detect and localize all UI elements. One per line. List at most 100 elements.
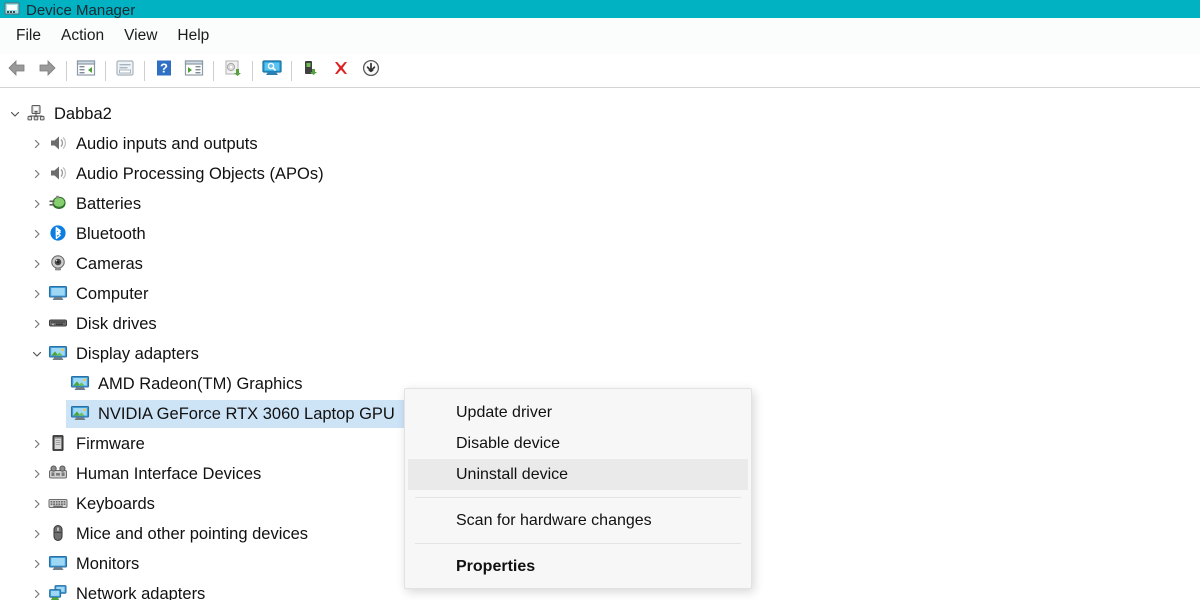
tree-item-content: Keyboards [0, 494, 155, 514]
tree-item[interactable]: Bluetooth [0, 219, 1200, 249]
toolbar-back[interactable] [2, 57, 32, 85]
context-menu-item-label: Properties [456, 557, 536, 575]
tree-item-label: Monitors [76, 555, 140, 573]
help-icon: ? [154, 59, 174, 82]
toolbar-enable-device[interactable] [296, 57, 326, 85]
uninstall-device-icon [331, 59, 351, 82]
tree-item-content: Monitors [0, 554, 139, 574]
chevron-right-icon[interactable] [26, 228, 48, 240]
toolbar-properties[interactable] [110, 57, 140, 85]
tree-item-content: AMD Radeon(TM) Graphics [0, 374, 302, 394]
menu-action[interactable]: Action [51, 24, 114, 48]
toolbar-separator [144, 60, 145, 81]
tree-item-label: Computer [76, 285, 149, 303]
chevron-right-icon[interactable] [26, 138, 48, 150]
monitor-icon [48, 284, 70, 304]
ctx-update-driver[interactable]: Update driver [408, 397, 748, 428]
tree-item-label: AMD Radeon(TM) Graphics [98, 375, 303, 393]
display-adapter-icon [70, 404, 92, 424]
menu-file[interactable]: File [6, 24, 51, 48]
toolbar-help[interactable]: ? [149, 57, 179, 85]
toolbar-forward[interactable] [32, 57, 62, 85]
tree-item[interactable]: Disk drives [0, 309, 1200, 339]
hid-icon [48, 464, 70, 484]
tree-item-label: Mice and other pointing devices [76, 525, 309, 543]
context-menu-separator [415, 543, 741, 544]
tree-item-label: Bluetooth [76, 225, 146, 243]
toolbar-separator [105, 60, 106, 81]
tree-item-content: Human Interface Devices [0, 464, 261, 484]
tree-item-label: Display adapters [76, 345, 199, 363]
chevron-right-icon[interactable] [26, 168, 48, 180]
chevron-right-icon[interactable] [26, 468, 48, 480]
menu-bar: File Action View Help [0, 18, 1200, 54]
chevron-right-icon[interactable] [26, 528, 48, 540]
camera-icon [48, 254, 70, 274]
tree-item[interactable]: Computer [0, 279, 1200, 309]
chevron-down-icon[interactable] [26, 348, 48, 360]
toolbar-console-tree[interactable] [71, 57, 101, 85]
toolbar-update-driver[interactable] [218, 57, 248, 85]
toolbar-separator [66, 60, 67, 81]
enable-device-icon [301, 59, 321, 82]
tree-item-label: Audio Processing Objects (APOs) [76, 165, 324, 183]
context-menu-separator [415, 497, 741, 498]
toolbar-install-legacy[interactable] [356, 57, 386, 85]
tree-item[interactable]: Audio Processing Objects (APOs) [0, 159, 1200, 189]
chevron-right-icon[interactable] [26, 498, 48, 510]
toolbar: ? [0, 54, 1200, 88]
tree-item-content: Network adapters [0, 584, 205, 600]
svg-text:?: ? [160, 61, 168, 76]
menu-view[interactable]: View [114, 24, 167, 48]
tree-item-label: Firmware [76, 435, 145, 453]
tree-item-content: Cameras [0, 254, 143, 274]
tree-item-content: Disk drives [0, 314, 157, 334]
tree-item[interactable]: Display adapters [0, 339, 1200, 369]
menu-help[interactable]: Help [167, 24, 219, 48]
context-menu[interactable]: Update driver Disable device Uninstall dev… [404, 388, 752, 589]
chevron-right-icon[interactable] [26, 588, 48, 600]
tree-item[interactable]: Dabba2 [0, 99, 1200, 129]
tree-item-content: Computer [0, 284, 148, 304]
tree-item-label: Disk drives [76, 315, 157, 333]
forward-arrow-icon [37, 59, 57, 82]
update-driver-icon [223, 59, 243, 82]
battery-icon [48, 194, 70, 214]
chevron-right-icon[interactable] [26, 318, 48, 330]
toolbar-action-pane[interactable] [179, 57, 209, 85]
chevron-right-icon[interactable] [26, 258, 48, 270]
chevron-right-icon[interactable] [26, 558, 48, 570]
toolbar-scan-hardware[interactable] [257, 57, 287, 85]
chevron-right-icon[interactable] [26, 198, 48, 210]
properties-icon [115, 59, 135, 82]
toolbar-separator [291, 60, 292, 81]
ctx-disable-device[interactable]: Disable device [408, 428, 748, 459]
ctx-scan-hardware-changes[interactable]: Scan for hardware changes [408, 505, 748, 536]
install-legacy-hardware-icon [361, 59, 381, 82]
tree-item-content: Firmware [0, 434, 145, 454]
tree-item[interactable]: Audio inputs and outputs [0, 129, 1200, 159]
tree-item[interactable]: Batteries [0, 189, 1200, 219]
display-adapter-icon [70, 374, 92, 394]
toolbar-separator [213, 60, 214, 81]
show-hide-console-tree-icon [76, 59, 96, 82]
toolbar-uninstall-device[interactable] [326, 57, 356, 85]
device-manager-icon [4, 2, 20, 16]
chevron-right-icon[interactable] [26, 438, 48, 450]
monitor-icon [48, 554, 70, 574]
display-adapter-icon [48, 344, 70, 364]
tree-item-content: NVIDIA GeForce RTX 3060 Laptop GPU [0, 404, 395, 424]
window-title: Device Manager [26, 1, 136, 18]
speaker-icon [48, 164, 70, 184]
network-adapter-icon [48, 584, 70, 600]
tree-item-content: Display adapters [0, 344, 199, 364]
ctx-properties[interactable]: Properties [408, 551, 748, 582]
chevron-down-icon[interactable] [4, 108, 26, 120]
tree-item-content: Bluetooth [0, 224, 146, 244]
tree-item-label: Human Interface Devices [76, 465, 262, 483]
ctx-uninstall-device[interactable]: Uninstall device [408, 459, 748, 490]
context-menu-item-label: Uninstall device [456, 465, 569, 483]
tree-item[interactable]: Cameras [0, 249, 1200, 279]
tree-item-label: Keyboards [76, 495, 155, 513]
chevron-right-icon[interactable] [26, 288, 48, 300]
